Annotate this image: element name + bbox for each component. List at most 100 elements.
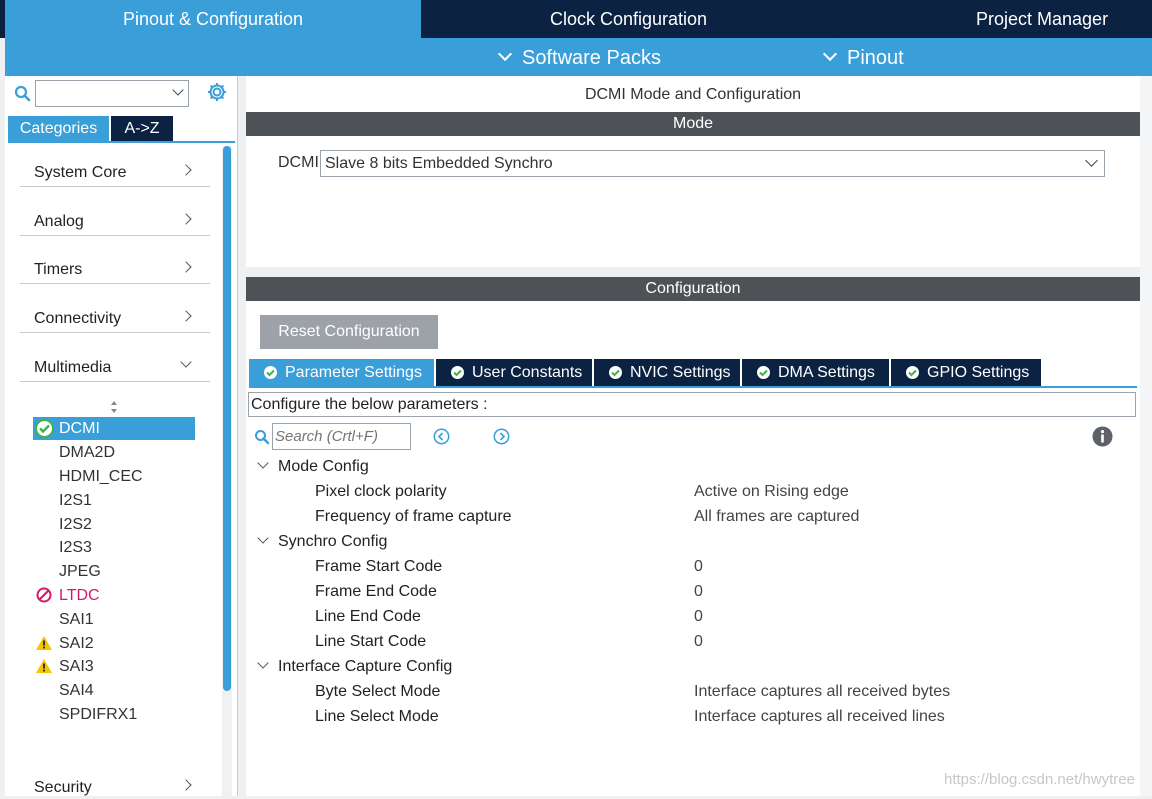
peripheral-label: DMA2D	[59, 444, 116, 461]
tab-label: NVIC Settings	[630, 364, 731, 381]
peripheral-i2s2[interactable]: I2S2	[33, 513, 195, 536]
category-multimedia[interactable]: Multimedia	[20, 356, 210, 382]
param-name: Frequency of frame capture	[315, 508, 512, 525]
tab-user-constants[interactable]: User Constants	[436, 359, 592, 386]
category-security[interactable]: Security	[20, 776, 210, 796]
param-value[interactable]: All frames are captured	[694, 508, 859, 526]
reset-configuration-button[interactable]: Reset Configuration	[260, 315, 438, 349]
peripheral-ltdc[interactable]: LTDC	[33, 584, 195, 607]
tab-label: DMA Settings	[778, 364, 875, 381]
tab-nvic-settings[interactable]: NVIC Settings	[594, 359, 740, 386]
param-row[interactable]: Pixel clock polarity Active on Rising edg…	[246, 479, 1140, 504]
peripheral-label: DCMI	[59, 420, 100, 437]
check-circle-icon	[757, 366, 770, 379]
category-panel: Categories A->Z System Core Analog Timer…	[5, 76, 238, 796]
peripheral-label: SAI2	[59, 635, 94, 652]
category-analog[interactable]: Analog	[20, 210, 210, 236]
peripheral-spdifrx1[interactable]: SPDIFRX1	[33, 703, 195, 726]
param-row[interactable]: Frame Start Code 0	[246, 554, 1140, 579]
peripheral-i2s3[interactable]: I2S3	[33, 536, 195, 559]
peripheral-label: I2S3	[59, 539, 92, 556]
param-name: Line Select Mode	[315, 708, 439, 725]
panel-title: DCMI Mode and Configuration	[584, 86, 802, 103]
parameter-search-input[interactable]	[272, 423, 411, 450]
peripheral-sai4[interactable]: SAI4	[33, 679, 195, 702]
warning-icon	[36, 659, 52, 673]
configure-hint: Configure the below parameters :	[248, 392, 1136, 417]
chevron-down-icon	[497, 46, 513, 62]
chevron-down-icon	[257, 532, 269, 544]
pinout-menu[interactable]: Pinout	[822, 38, 904, 76]
configuration-section: Configuration Reset Configuration Parame…	[246, 277, 1140, 796]
sort-icon[interactable]	[110, 400, 118, 414]
param-value[interactable]: 0	[694, 633, 703, 651]
category-system-core[interactable]: System Core	[20, 161, 210, 187]
tab-parameter-settings[interactable]: Parameter Settings	[249, 359, 434, 386]
tab-clock-configuration[interactable]: Clock Configuration	[422, 0, 835, 38]
param-row[interactable]: Line Select Mode Interface captures all r…	[246, 704, 1140, 729]
peripheral-label: SAI3	[59, 658, 94, 675]
peripheral-hdmi-cec[interactable]: HDMI_CEC	[33, 465, 195, 488]
param-value[interactable]: 0	[694, 583, 703, 601]
group-synchro-config[interactable]: Synchro Config	[246, 529, 1140, 554]
param-value[interactable]: 0	[694, 608, 703, 626]
info-icon[interactable]	[1092, 426, 1113, 447]
tab-project-manager[interactable]: Project Manager	[837, 0, 1152, 38]
peripheral-jpeg[interactable]: JPEG	[33, 560, 195, 583]
group-interface-capture-config[interactable]: Interface Capture Config	[246, 654, 1140, 679]
tab-dma-settings[interactable]: DMA Settings	[742, 359, 889, 386]
peripheral-label: SAI1	[59, 611, 94, 628]
param-value[interactable]: Interface captures all received bytes	[694, 683, 950, 701]
param-row[interactable]: Line Start Code 0	[246, 629, 1140, 654]
peripheral-sai1[interactable]: SAI1	[33, 608, 195, 631]
group-mode-config[interactable]: Mode Config	[246, 454, 1140, 479]
mode-header: Mode	[246, 112, 1140, 136]
peripheral-sai3[interactable]: SAI3	[33, 655, 195, 678]
software-packs-menu[interactable]: Software Packs	[497, 38, 661, 76]
peripheral-dcmi[interactable]: DCMI	[33, 417, 195, 440]
category-scrollbar[interactable]	[223, 146, 231, 691]
param-name: Frame Start Code	[315, 558, 443, 575]
right-edge-scrollbar[interactable]	[1140, 76, 1152, 796]
tab-categories[interactable]: Categories	[8, 116, 109, 141]
param-row[interactable]: Line End Code 0	[246, 604, 1140, 629]
peripheral-label: SAI4	[59, 682, 94, 699]
param-row[interactable]: Frequency of frame capture All frames are…	[246, 504, 1140, 529]
param-value[interactable]: Interface captures all received lines	[694, 708, 945, 726]
top-tab-bar: Pinout & Configuration Clock Configurati…	[0, 0, 1152, 38]
peripheral-i2s1[interactable]: I2S1	[33, 489, 195, 512]
category-label: Analog	[34, 213, 84, 230]
peripheral-label: JPEG	[59, 563, 101, 580]
pinout-label: Pinout	[847, 47, 904, 69]
category-search-combo[interactable]	[35, 80, 189, 107]
param-name: Line End Code	[315, 608, 421, 625]
peripheral-dma2d[interactable]: DMA2D	[33, 441, 195, 464]
category-timers[interactable]: Timers	[20, 258, 210, 284]
peripheral-label: I2S1	[59, 492, 92, 509]
param-name: Pixel clock polarity	[315, 483, 447, 500]
tab-a-z[interactable]: A->Z	[111, 116, 173, 141]
previous-result-icon[interactable]	[433, 428, 450, 445]
tab-pinout-configuration[interactable]: Pinout & Configuration	[5, 0, 421, 38]
mode-configuration-panel: DCMI Mode and Configuration Mode DCMI Sl…	[246, 76, 1140, 796]
category-connectivity[interactable]: Connectivity	[20, 307, 210, 333]
category-label: Multimedia	[34, 359, 112, 376]
param-row[interactable]: Frame End Code 0	[246, 579, 1140, 604]
tab-label: User Constants	[472, 364, 583, 381]
gear-icon[interactable]	[206, 81, 228, 103]
software-packs-label: Software Packs	[522, 47, 661, 69]
next-result-icon[interactable]	[493, 428, 510, 445]
chevron-down-icon	[822, 46, 838, 62]
group-label: Mode Config	[278, 458, 369, 475]
param-row[interactable]: Byte Select Mode Interface captures all r…	[246, 679, 1140, 704]
blocked-icon	[36, 587, 52, 603]
search-icon	[255, 430, 270, 445]
peripheral-sai2[interactable]: SAI2	[33, 632, 195, 655]
param-value[interactable]: Active on Rising edge	[694, 483, 849, 501]
chevron-down-icon	[257, 457, 269, 469]
param-value[interactable]: 0	[694, 558, 703, 576]
param-name: Byte Select Mode	[315, 683, 441, 700]
tab-gpio-settings[interactable]: GPIO Settings	[891, 359, 1041, 386]
dcmi-mode-select[interactable]: Slave 8 bits Embedded Synchro	[320, 150, 1105, 177]
category-label: Connectivity	[34, 310, 122, 327]
